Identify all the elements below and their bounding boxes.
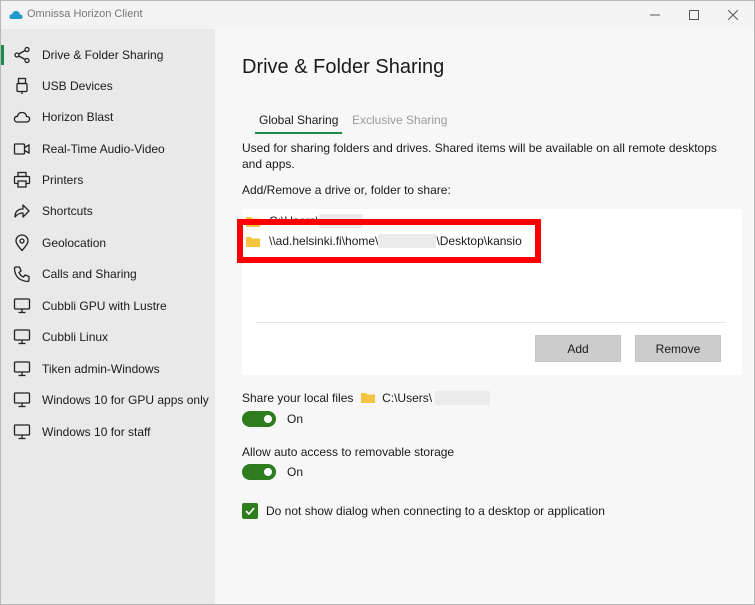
add-button[interactable]: Add [535, 335, 621, 362]
share-icon [13, 46, 31, 64]
sidebar-item-label: Cubbli GPU with Lustre [42, 298, 167, 313]
no-dialog-label: Do not show dialog when connecting to a … [266, 504, 605, 518]
auto-access-state: On [287, 465, 304, 479]
shortcut-arrow-icon [13, 202, 31, 220]
sidebar-item-usb-devices[interactable]: USB Devices [1, 70, 215, 101]
sidebar-item-cubbli-gpu-with-lustre[interactable]: Cubbli GPU with Lustre [1, 290, 215, 321]
sidebar-item-cubbli-linux[interactable]: Cubbli Linux [1, 321, 215, 352]
sidebar: Drive & Folder Sharing USB Devices Horiz… [1, 29, 215, 604]
local-files-path: C:\Users\ [382, 391, 433, 405]
phone-icon [13, 265, 31, 283]
sidebar-item-label: Calls and Sharing [42, 266, 137, 281]
sidebar-item-calls-and-sharing[interactable]: Calls and Sharing [1, 258, 215, 289]
sidebar-item-label: Windows 10 for staff [42, 424, 151, 439]
sidebar-item-windows-10-for-staff[interactable]: Windows 10 for staff [1, 416, 215, 447]
add-remove-label: Add/Remove a drive or, folder to share: [242, 183, 451, 197]
printer-icon [13, 171, 31, 189]
auto-access-toggle[interactable] [242, 464, 276, 480]
sidebar-item-label: Windows 10 for GPU apps only [42, 392, 209, 407]
red-highlight-box [237, 219, 541, 263]
sharing-description: Used for sharing folders and drives. Sha… [242, 141, 717, 171]
cloud-logo-icon [9, 11, 23, 19]
page-title: Drive & Folder Sharing [242, 56, 445, 78]
sidebar-item-windows-10-gpu-apps[interactable]: Windows 10 for GPU apps only [1, 384, 215, 415]
tab-global-sharing[interactable]: Global Sharing [254, 113, 343, 134]
monitor-icon [13, 423, 31, 441]
sidebar-item-label: Real-Time Audio-Video [42, 141, 165, 156]
close-icon [728, 10, 738, 20]
monitor-icon [13, 328, 31, 346]
divider [256, 322, 726, 323]
sidebar-item-shortcuts[interactable]: Shortcuts [1, 195, 215, 226]
share-local-files-toggle[interactable] [242, 411, 276, 427]
sidebar-item-label: Cubbli Linux [42, 329, 109, 344]
monitor-icon [13, 391, 31, 409]
share-local-files-state: On [287, 412, 304, 426]
redacted-text [435, 391, 491, 405]
app-window: Omnissa Horizon Client Drive & Folder Sh… [0, 0, 755, 605]
checkmark-icon [245, 507, 255, 516]
sidebar-item-tiken-admin-windows[interactable]: Tiken admin-Windows [1, 353, 215, 384]
sidebar-item-label: USB Devices [42, 78, 113, 93]
share-local-files-label: Share your local files C:\Users\ [242, 391, 491, 405]
sidebar-item-real-time-audio-video[interactable]: Real-Time Audio-Video [1, 133, 215, 164]
settings-panel: Drive & Folder Sharing Global Sharing Ex… [215, 29, 754, 604]
shared-folders-list: C:\Users\ \\ad.helsinki.fi\home\ \Deskto… [237, 209, 742, 375]
video-camera-icon [13, 140, 31, 158]
sidebar-item-label: Geolocation [42, 235, 107, 250]
remove-button[interactable]: Remove [635, 335, 721, 362]
tab-exclusive-sharing[interactable]: Exclusive Sharing [352, 113, 447, 127]
sidebar-item-label: Shortcuts [42, 203, 93, 218]
minimize-icon [650, 14, 660, 16]
usb-icon [13, 77, 31, 95]
sidebar-item-geolocation[interactable]: Geolocation [1, 227, 215, 258]
location-pin-icon [13, 233, 31, 252]
window-title: Omnissa Horizon Client [27, 8, 143, 20]
auto-access-label: Allow auto access to removable storage [242, 445, 455, 459]
maximize-icon [689, 10, 699, 20]
folder-icon [360, 393, 375, 403]
monitor-icon [13, 297, 31, 315]
cloud-icon [13, 108, 31, 126]
share-local-files-text: Share your local files [242, 391, 354, 405]
monitor-icon [13, 360, 31, 378]
sidebar-item-printers[interactable]: Printers [1, 164, 215, 195]
close-button[interactable] [710, 1, 754, 29]
sidebar-item-label: Printers [42, 172, 84, 187]
sidebar-item-label: Drive & Folder Sharing [42, 47, 164, 62]
sidebar-item-label: Tiken admin-Windows [42, 361, 160, 376]
sidebar-item-label: Horizon Blast [42, 109, 114, 124]
sidebar-item-drive-folder-sharing[interactable]: Drive & Folder Sharing [1, 39, 215, 70]
sidebar-item-horizon-blast[interactable]: Horizon Blast [1, 101, 215, 132]
title-bar: Omnissa Horizon Client [1, 1, 754, 29]
no-dialog-checkbox[interactable] [242, 503, 258, 519]
